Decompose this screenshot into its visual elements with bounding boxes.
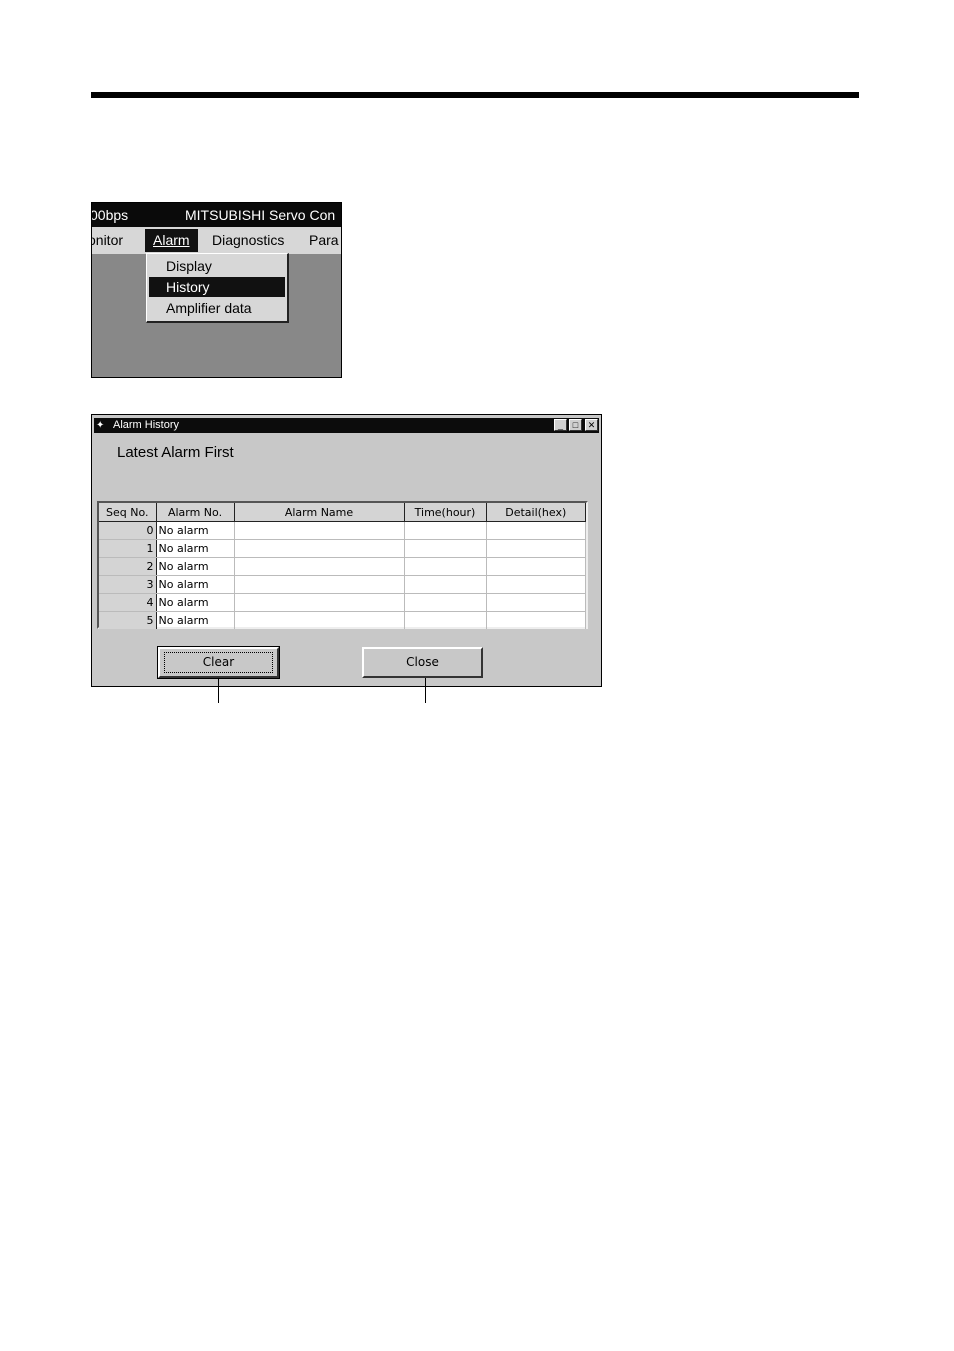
cell-time <box>404 521 487 540</box>
col-seq-no: Seq No. <box>99 503 157 522</box>
cell-detail <box>486 593 586 612</box>
cell-seq: 5 <box>99 611 157 629</box>
clear-button[interactable]: Clear <box>157 646 280 679</box>
cell-alarm-name <box>234 611 405 629</box>
table-row[interactable]: 3 No alarm <box>99 575 586 594</box>
col-time-hour: Time(hour) <box>404 503 487 522</box>
baud-rate-label: 00bps <box>91 207 129 223</box>
menubar: onitor Alarm Diagnostics Para <box>92 227 341 254</box>
clear-callout-line <box>218 678 219 703</box>
close-callout-line <box>425 678 426 703</box>
close-button[interactable]: Close <box>362 647 483 678</box>
cell-seq: 3 <box>99 575 157 594</box>
cell-time <box>404 539 487 558</box>
cell-alarm-no: No alarm <box>156 611 235 629</box>
close-window-button[interactable]: ✕ <box>585 419 598 431</box>
cell-seq: 0 <box>99 521 157 540</box>
app-titlebar: 00bps MITSUBISHI Servo Con <box>92 203 341 227</box>
menu-item-amplifier-data[interactable]: Amplifier data <box>149 298 285 318</box>
cell-alarm-no: No alarm <box>156 557 235 576</box>
col-alarm-name: Alarm Name <box>234 503 405 522</box>
col-alarm-no: Alarm No. <box>156 503 235 522</box>
cell-alarm-name <box>234 575 405 594</box>
menu-alarm[interactable]: Alarm <box>145 229 198 252</box>
table-row[interactable]: 0 No alarm <box>99 521 586 540</box>
cell-time <box>404 593 487 612</box>
table-row[interactable]: 4 No alarm <box>99 593 586 612</box>
dialog-heading: Latest Alarm First <box>117 444 234 461</box>
cell-alarm-name <box>234 521 405 540</box>
cell-detail <box>486 539 586 558</box>
table-row[interactable]: 1 No alarm <box>99 539 586 558</box>
alarm-dropdown-menu: Display History Amplifier data <box>146 253 289 323</box>
cell-time <box>404 611 487 629</box>
cell-detail <box>486 575 586 594</box>
alarm-history-table: Seq No. Alarm No. Alarm Name Time(hour) … <box>97 501 588 629</box>
menu-screenshot: 00bps MITSUBISHI Servo Con onitor Alarm … <box>91 202 342 378</box>
cell-alarm-name <box>234 539 405 558</box>
cell-alarm-no: No alarm <box>156 539 235 558</box>
col-detail-hex: Detail(hex) <box>486 503 586 522</box>
cell-seq: 2 <box>99 557 157 576</box>
cell-alarm-no: No alarm <box>156 521 235 540</box>
cell-detail <box>486 521 586 540</box>
menu-parameters[interactable]: Para <box>309 227 339 254</box>
app-icon: ✦ <box>96 420 105 431</box>
alarm-history-dialog: ✦ Alarm History _ □ ✕ Latest Alarm First… <box>91 414 602 687</box>
menu-monitor[interactable]: onitor <box>92 227 123 254</box>
table-header-row: Seq No. Alarm No. Alarm Name Time(hour) … <box>99 503 586 522</box>
table-row[interactable]: 5 No alarm <box>99 611 586 629</box>
dialog-title: Alarm History <box>113 419 180 431</box>
cell-alarm-name <box>234 557 405 576</box>
dialog-titlebar: ✦ Alarm History _ □ ✕ <box>94 418 599 433</box>
cell-seq: 4 <box>99 593 157 612</box>
menu-diagnostics[interactable]: Diagnostics <box>212 227 284 254</box>
maximize-button[interactable]: □ <box>569 419 582 431</box>
app-title: MITSUBISHI Servo Con <box>185 207 336 223</box>
cell-time <box>404 557 487 576</box>
cell-alarm-name <box>234 593 405 612</box>
cell-alarm-no: No alarm <box>156 575 235 594</box>
minimize-button[interactable]: _ <box>554 419 567 431</box>
cell-detail <box>486 557 586 576</box>
cell-time <box>404 575 487 594</box>
table-row[interactable]: 2 No alarm <box>99 557 586 576</box>
cell-alarm-no: No alarm <box>156 593 235 612</box>
menu-item-history[interactable]: History <box>149 277 285 297</box>
clear-button-label: Clear <box>163 652 274 673</box>
page-top-rule <box>91 92 859 98</box>
menu-item-display[interactable]: Display <box>149 256 285 276</box>
cell-detail <box>486 611 586 629</box>
cell-seq: 1 <box>99 539 157 558</box>
